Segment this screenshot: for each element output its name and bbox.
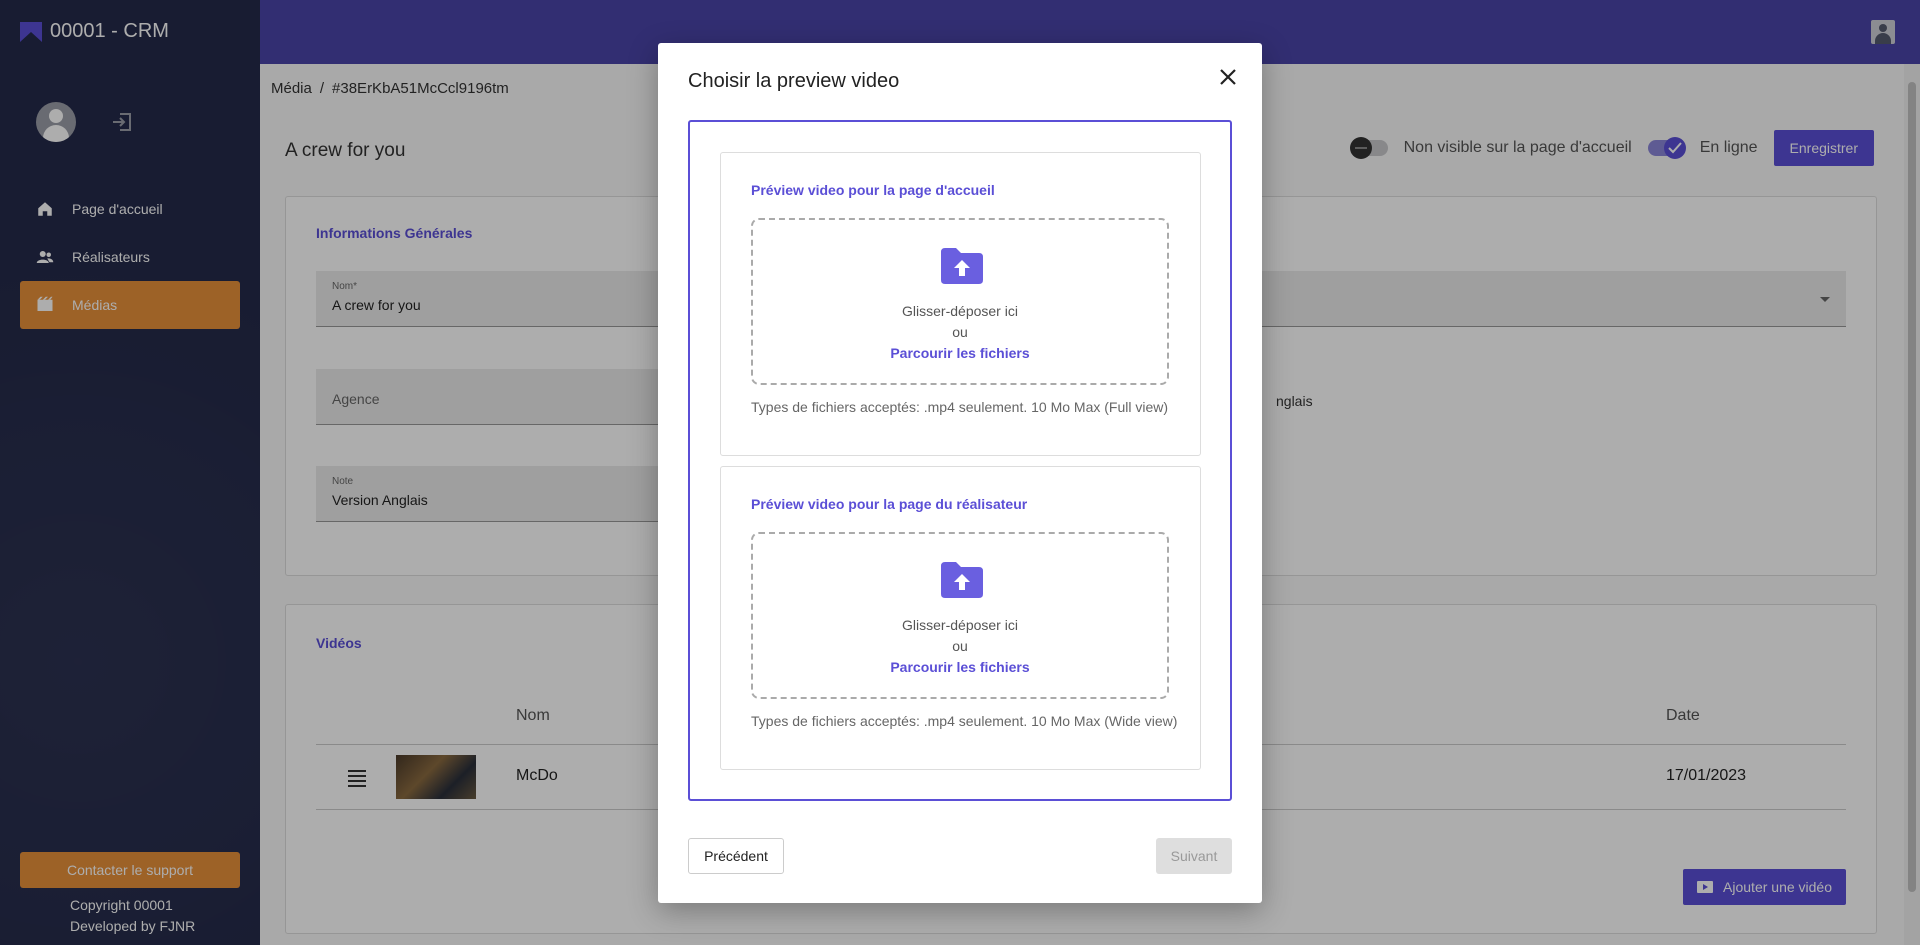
folder-upload-icon xyxy=(941,248,983,284)
or-text: ou xyxy=(952,638,968,654)
close-button[interactable] xyxy=(1216,65,1240,89)
upload-card-home: Préview video pour la page d'accueil Gli… xyxy=(720,152,1201,456)
browse-files-link[interactable]: Parcourir les fichiers xyxy=(753,345,1167,361)
modal-body: Préview video pour la page d'accueil Gli… xyxy=(688,120,1232,801)
folder-upload-icon xyxy=(941,562,983,598)
next-button[interactable]: Suivant xyxy=(1156,838,1232,874)
upload-card-director: Préview video pour la page du réalisateu… xyxy=(720,466,1201,770)
close-icon xyxy=(1220,69,1236,85)
browse-files-link[interactable]: Parcourir les fichiers xyxy=(753,659,1167,675)
dropzone[interactable]: Glisser-déposer ici ou Parcourir les fic… xyxy=(751,218,1169,385)
drop-text: Glisser-déposer ici xyxy=(902,617,1018,633)
upload-hint: Types de fichiers acceptés: .mp4 seuleme… xyxy=(751,399,1169,415)
dropzone[interactable]: Glisser-déposer ici ou Parcourir les fic… xyxy=(751,532,1169,699)
modal-title: Choisir la preview video xyxy=(688,70,900,92)
or-text: ou xyxy=(952,324,968,340)
upload-title: Préview video pour la page d'accueil xyxy=(751,182,995,198)
preview-video-modal: Choisir la preview video Préview video p… xyxy=(658,43,1262,903)
upload-title: Préview video pour la page du réalisateu… xyxy=(751,496,1028,512)
previous-button[interactable]: Précédent xyxy=(688,838,784,874)
upload-hint: Types de fichiers acceptés: .mp4 seuleme… xyxy=(751,713,1178,729)
drop-text: Glisser-déposer ici xyxy=(902,303,1018,319)
